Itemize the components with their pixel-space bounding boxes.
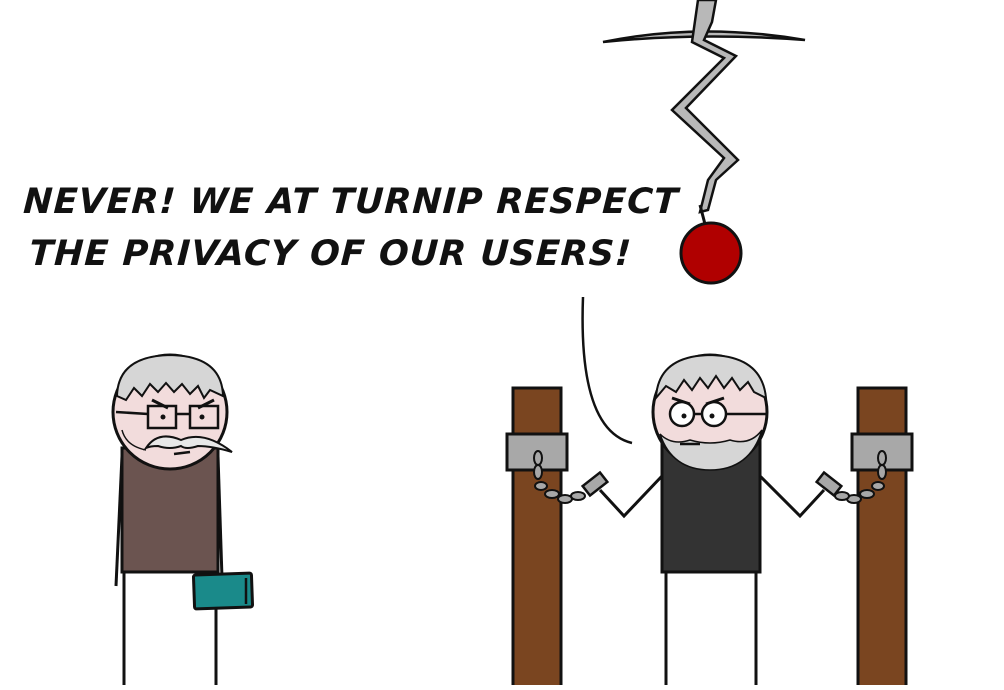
speech-line-2: THE PRIVACY OF OUR USERS! bbox=[28, 234, 633, 274]
speech-bubble: NEVER! WE AT TURNIP RESPECT THE PRIVACY … bbox=[19, 176, 680, 280]
phone-icon bbox=[191, 571, 255, 611]
speech-tail bbox=[581, 296, 633, 445]
comic-illustration bbox=[111, 0, 914, 690]
comic-panel: NEVER! WE AT TURNIP RESPECT THE PRIVACY … bbox=[0, 0, 1004, 690]
old-man bbox=[111, 353, 255, 685]
chained-man bbox=[580, 353, 844, 685]
speech-line-1: NEVER! WE AT TURNIP RESPECT bbox=[22, 182, 680, 222]
ball-icon bbox=[679, 221, 743, 285]
